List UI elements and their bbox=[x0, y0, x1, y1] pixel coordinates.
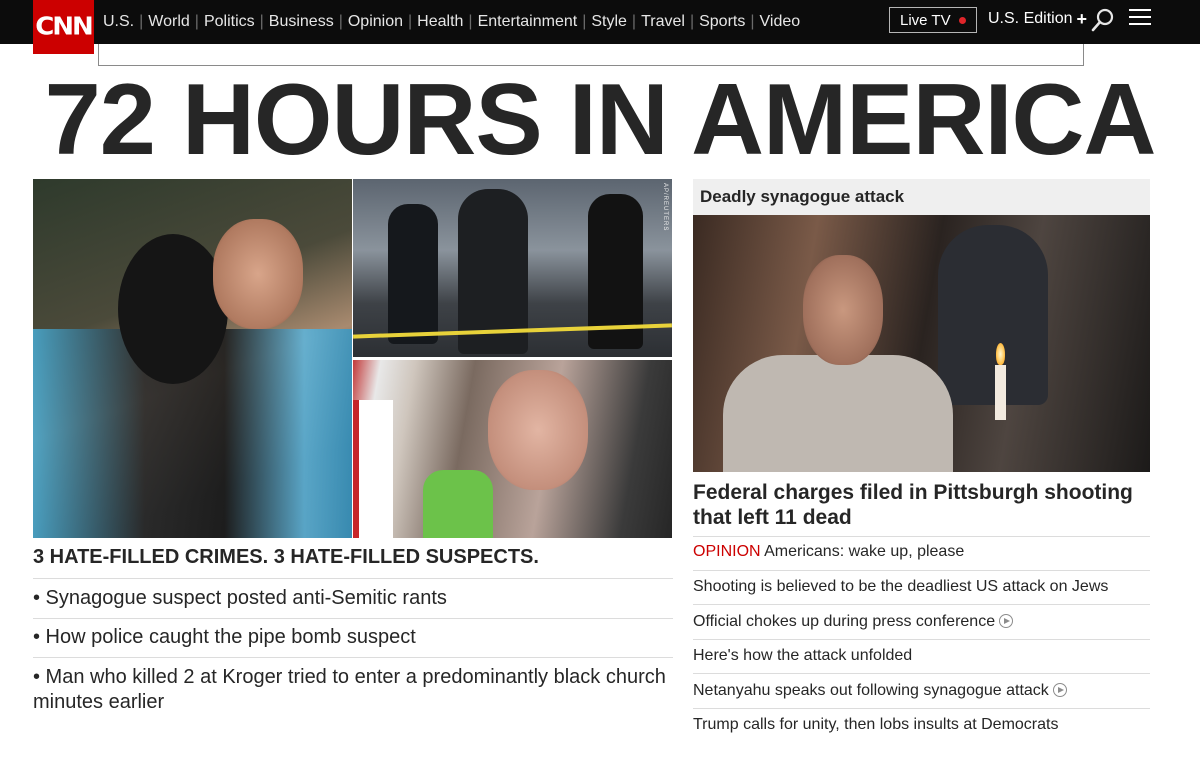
divider bbox=[693, 673, 1150, 674]
nav-separator: | bbox=[194, 13, 199, 30]
divider bbox=[33, 657, 673, 658]
section-header[interactable]: Deadly synagogue attack bbox=[693, 179, 1150, 215]
nav-separator: | bbox=[468, 13, 473, 30]
left-link-synagogue-suspect[interactable]: • Synagogue suspect posted anti-Semitic … bbox=[33, 586, 673, 611]
nav-us[interactable]: U.S. bbox=[103, 13, 134, 31]
nav-sports[interactable]: Sports bbox=[699, 13, 745, 31]
photo-credit: AP/REUTERS bbox=[662, 183, 668, 232]
opinion-text: Americans: wake up, please bbox=[764, 543, 965, 560]
opinion-label: OPINION bbox=[693, 543, 761, 560]
left-link-kroger[interactable]: • Man who killed 2 at Kroger tried to en… bbox=[33, 665, 673, 715]
plus-icon: + bbox=[1076, 8, 1087, 29]
ad-slot bbox=[98, 44, 1084, 66]
nav-opinion[interactable]: Opinion bbox=[348, 13, 403, 31]
nav-business[interactable]: Business bbox=[269, 13, 334, 31]
bomb-squad-photo[interactable]: AP/REUTERS bbox=[353, 179, 672, 357]
link-text: Official chokes up during press conferen… bbox=[693, 613, 996, 630]
nav-world[interactable]: World bbox=[148, 13, 190, 31]
divider bbox=[693, 604, 1150, 605]
link-text: Netanyahu speaks out following synagogue… bbox=[693, 682, 1049, 699]
search-icon[interactable] bbox=[1091, 7, 1115, 33]
hamburger-menu-icon[interactable] bbox=[1129, 9, 1151, 29]
nav-style[interactable]: Style bbox=[591, 13, 627, 31]
nav-politics[interactable]: Politics bbox=[204, 13, 255, 31]
edition-selector[interactable]: U.S. Edition + bbox=[988, 0, 1087, 38]
right-headline[interactable]: Federal charges filed in Pittsburgh shoo… bbox=[693, 480, 1150, 530]
nav-separator: | bbox=[259, 13, 264, 30]
live-dot-icon bbox=[959, 17, 966, 24]
nav-separator: | bbox=[338, 13, 343, 30]
right-link-official-chokes-up[interactable]: Official chokes up during press conferen… bbox=[693, 612, 1150, 631]
page-headline[interactable]: 72 HOURS IN AMERICA bbox=[0, 64, 1200, 176]
nav-separator: | bbox=[582, 13, 587, 30]
logo-text: CNN bbox=[35, 12, 94, 42]
live-tv-button[interactable]: Live TV bbox=[889, 7, 977, 33]
divider bbox=[693, 570, 1150, 571]
video-play-icon bbox=[1052, 683, 1067, 697]
video-play-icon bbox=[999, 614, 1014, 628]
crying-woman-photo[interactable] bbox=[353, 360, 672, 538]
live-tv-label: Live TV bbox=[900, 11, 951, 29]
left-kicker-headline[interactable]: 3 HATE-FILLED CRIMES. 3 HATE-FILLED SUSP… bbox=[33, 546, 539, 569]
nav-separator: | bbox=[139, 13, 144, 30]
nav-video[interactable]: Video bbox=[760, 13, 801, 31]
divider bbox=[693, 708, 1150, 709]
right-link-attack-unfolded[interactable]: Here's how the attack unfolded bbox=[693, 647, 1150, 665]
nav-travel[interactable]: Travel bbox=[641, 13, 685, 31]
opinion-link[interactable]: OPINION Americans: wake up, please bbox=[693, 543, 1150, 561]
left-link-pipe-bomb[interactable]: • How police caught the pipe bomb suspec… bbox=[33, 625, 673, 650]
hug-photo[interactable] bbox=[33, 179, 352, 538]
nav-links: U.S. | World | Politics | Business | Opinion… bbox=[103, 0, 800, 44]
divider bbox=[693, 639, 1150, 640]
nav-health[interactable]: Health bbox=[417, 13, 463, 31]
vigil-photo[interactable] bbox=[693, 215, 1150, 472]
edition-label: U.S. Edition bbox=[988, 10, 1073, 27]
nav-separator: | bbox=[750, 13, 755, 30]
divider bbox=[33, 618, 673, 619]
right-link-netanyahu[interactable]: Netanyahu speaks out following synagogue… bbox=[693, 681, 1150, 700]
cnn-logo[interactable]: CNN bbox=[33, 0, 94, 54]
nav-separator: | bbox=[408, 13, 413, 30]
nav-separator: | bbox=[689, 13, 695, 30]
nav-entertainment[interactable]: Entertainment bbox=[478, 13, 578, 31]
right-link-trump-unity[interactable]: Trump calls for unity, then lobs insults… bbox=[693, 716, 1150, 734]
divider bbox=[33, 578, 673, 579]
top-nav: CNN U.S. | World | Politics | Business | Opi… bbox=[0, 0, 1200, 54]
right-link-deadliest[interactable]: Shooting is believed to be the deadliest… bbox=[693, 578, 1150, 596]
nav-separator: | bbox=[631, 13, 637, 30]
divider bbox=[693, 536, 1150, 537]
